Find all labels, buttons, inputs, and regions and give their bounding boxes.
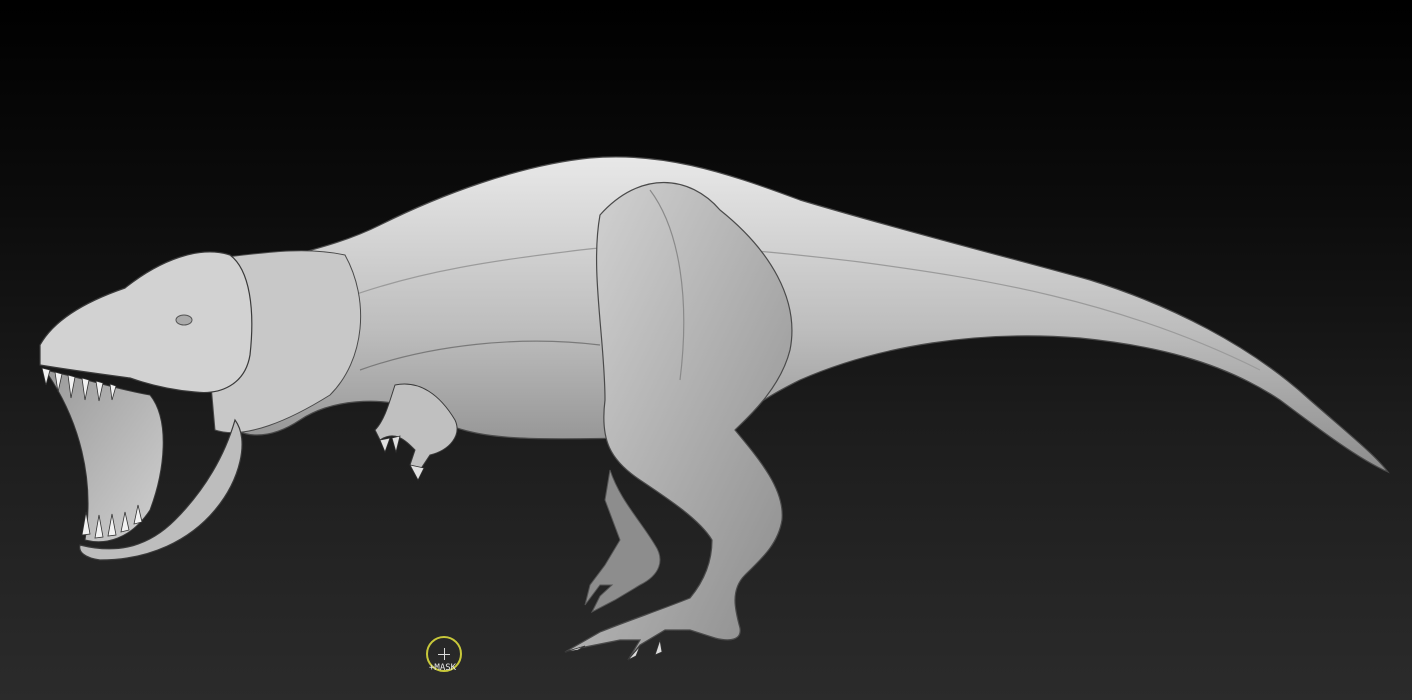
eye xyxy=(175,314,193,326)
mouth-interior xyxy=(43,369,164,543)
far-leg xyxy=(584,469,661,614)
head-upper xyxy=(39,251,253,394)
brush-mode-label: +MASK xyxy=(429,663,457,673)
sculpt-viewport[interactable]: +MASK xyxy=(0,0,1412,700)
trex-sculpt-model[interactable] xyxy=(0,0,1412,700)
